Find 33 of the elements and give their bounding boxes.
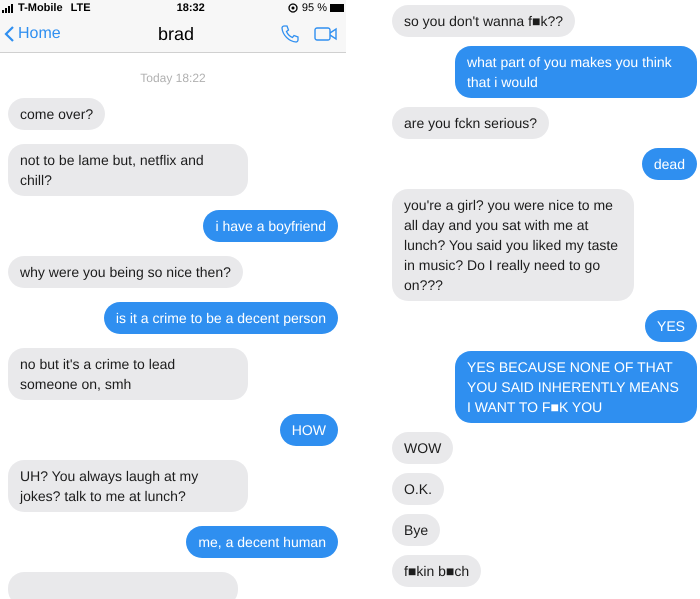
message-bubble: dead — [642, 148, 697, 180]
message-bubble: why were you being so nice then? — [8, 256, 243, 288]
message-bubble: WOW — [392, 432, 454, 464]
back-button[interactable]: Home — [4, 22, 61, 46]
message-bubble: YES BECAUSE NONE OF THAT YOU SAID INHERENTLY MEANS I WANT TO F■K YOU — [455, 351, 697, 423]
battery-icon — [330, 4, 344, 12]
message-bubble: O.K. — [392, 473, 444, 505]
network-type: LTE — [70, 0, 91, 16]
video-camera-icon[interactable] — [314, 26, 338, 42]
contact-name: brad — [158, 22, 194, 46]
message-bubble: are you fckn serious? — [392, 107, 550, 139]
message-bubble: UH? You always laugh at my jokes? talk to me at lunch? — [8, 460, 248, 512]
signal-icon — [2, 4, 16, 12]
message-timestamp: Today 18:22 — [140, 71, 206, 85]
message-bubble: no but it's a crime to lead someone on, smh — [8, 348, 248, 400]
message-bubble: you're a girl? you were nice to me all day and you sat with me at lunch? You said you liked my taste in music? Do I really need to go on??? — [392, 189, 634, 301]
message-bubble: come over? — [8, 98, 106, 130]
message-bubble: so you don't wanna f■k?? — [392, 5, 576, 37]
phone-icon[interactable] — [280, 24, 300, 44]
message-bubble: what part of you makes you think that i would — [455, 46, 697, 98]
location-icon — [288, 3, 298, 13]
message-bubble: YES — [644, 310, 697, 342]
carrier-name: T-Mobile — [18, 0, 63, 16]
status-time: 18:32 — [176, 0, 205, 16]
battery-percentage: 95 % — [302, 0, 327, 16]
message-bubble: me, a decent human — [186, 526, 338, 558]
message-bubble: not to be lame but, netflix and chill? — [8, 144, 248, 196]
message-bubble: i have a boyfriend — [203, 210, 338, 242]
message-bubble: Bye — [392, 514, 440, 546]
message-bubble: HOW — [280, 414, 338, 446]
message-bubble: f■kin b■ch — [392, 555, 482, 587]
message-bubble: is it a crime to be a decent person — [104, 302, 338, 334]
chevron-left-icon — [4, 25, 16, 43]
